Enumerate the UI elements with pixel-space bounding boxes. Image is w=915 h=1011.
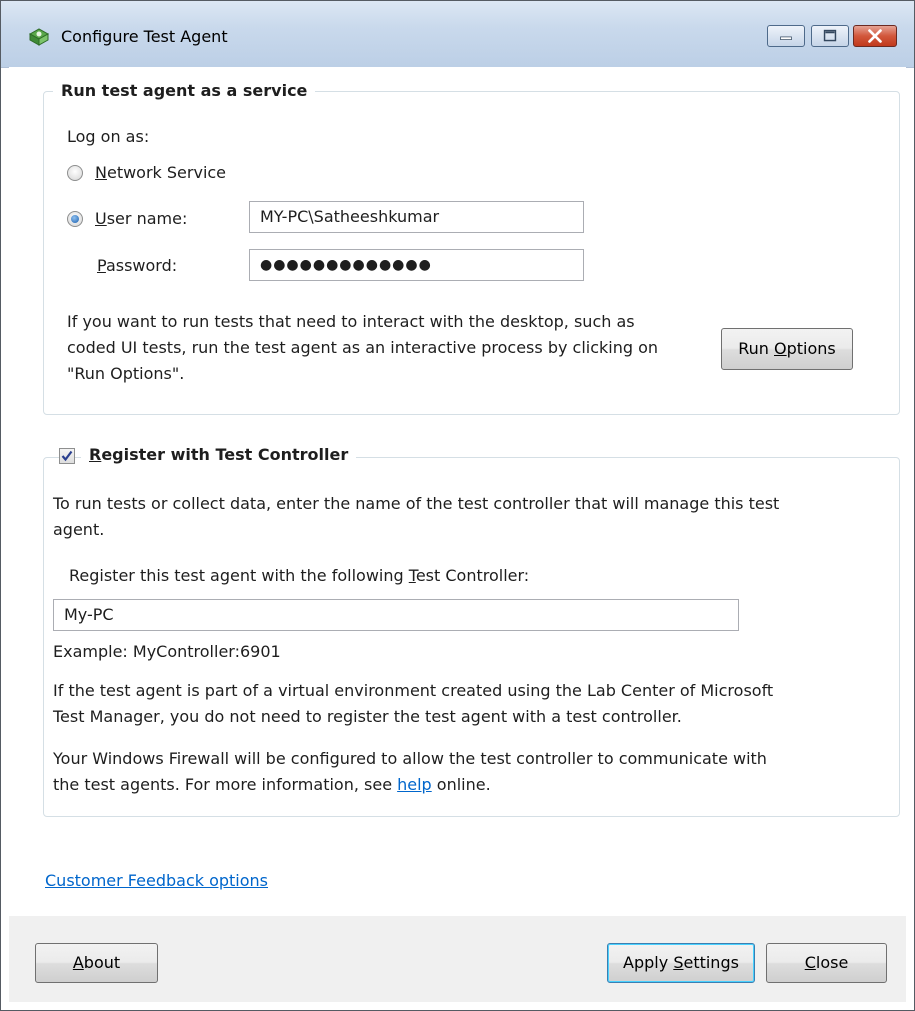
password-label: Password: [97, 256, 178, 275]
maximize-icon [823, 29, 837, 42]
close-window-button[interactable] [853, 25, 897, 47]
interactive-process-info: If you want to run tests that need to in… [67, 312, 659, 383]
lab-center-info: If the test agent is part of a virtual e… [53, 681, 774, 726]
controller-description: To run tests or collect data, enter the … [53, 494, 780, 539]
service-group-title: Run test agent as a service [53, 81, 316, 100]
maximize-button[interactable] [811, 25, 849, 47]
apply-settings-button[interactable]: Apply Settings [607, 943, 755, 983]
register-controller-label[interactable]: Register with Test Controller [81, 445, 357, 464]
user-name-label[interactable]: User name: [95, 209, 187, 228]
network-service-label[interactable]: Network Service [95, 163, 226, 182]
log-on-as-label: Log on as: [67, 127, 150, 146]
register-controller-checkbox[interactable] [59, 448, 75, 464]
checkmark-icon [61, 450, 73, 462]
customer-feedback-link[interactable]: Customer Feedback options [45, 871, 268, 890]
network-service-radio[interactable] [67, 165, 83, 181]
run-options-button[interactable]: Run Options [721, 328, 853, 370]
configure-test-agent-window: Configure Test Agent Run test agent as a… [0, 0, 915, 1011]
user-name-input[interactable]: MY-PC\Satheeshkumar [249, 201, 584, 233]
close-icon [868, 29, 882, 43]
close-button[interactable]: Close [766, 943, 887, 983]
user-name-radio[interactable] [67, 211, 83, 227]
minimize-icon [780, 36, 792, 40]
password-input[interactable]: ●●●●●●●●●●●●● [249, 249, 584, 281]
register-agent-label: Register this test agent with the follow… [69, 566, 530, 585]
window-title: Configure Test Agent [61, 27, 228, 46]
test-agent-app-icon [28, 28, 50, 46]
test-controller-input[interactable]: My-PC [53, 599, 739, 631]
title-bar[interactable]: Configure Test Agent [1, 1, 914, 68]
firewall-info: Your Windows Firewall will be configured… [53, 749, 767, 794]
minimize-button[interactable] [767, 25, 805, 47]
dialog-footer: About Apply Settings Close [9, 916, 906, 1002]
help-link[interactable]: help [397, 775, 432, 794]
dialog-client-area: Run test agent as a service Log on as: N… [9, 67, 906, 1002]
controller-example: Example: MyController:6901 [53, 642, 281, 661]
about-button[interactable]: About [35, 943, 158, 983]
